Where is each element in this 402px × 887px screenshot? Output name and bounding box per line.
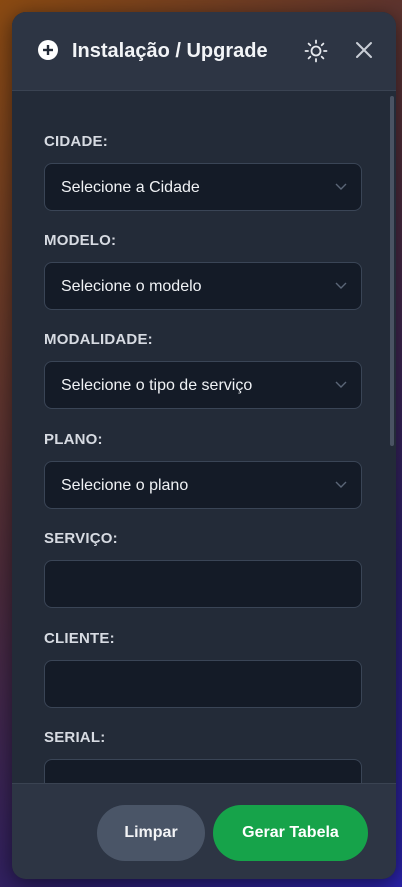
scrollbar[interactable] (390, 96, 394, 446)
close-icon[interactable] (354, 40, 374, 60)
modelo-field: MODELO: Selecione o modelo (44, 232, 364, 310)
page-title: Instalação / Upgrade (72, 40, 268, 62)
panel-header: Instalação / Upgrade (12, 12, 396, 91)
servico-label: SERVIÇO: (44, 530, 118, 547)
cidade-select-value: Selecione a Cidade (61, 179, 200, 196)
modelo-label: MODELO: (44, 232, 117, 249)
modalidade-select[interactable]: Selecione o tipo de serviço (44, 361, 362, 409)
modalidade-label: MODALIDADE: (44, 331, 153, 348)
serial-label: SERIAL: (44, 729, 106, 746)
plano-select[interactable]: Selecione o plano (44, 461, 362, 509)
serial-input[interactable] (44, 759, 362, 783)
sun-icon[interactable] (304, 39, 328, 63)
servico-input[interactable] (44, 560, 362, 608)
plano-select-value: Selecione o plano (61, 477, 189, 494)
cidade-label: CIDADE: (44, 133, 108, 150)
modalidade-select-value: Selecione o tipo de serviço (61, 377, 253, 394)
clear-button[interactable]: Limpar (97, 805, 205, 861)
modelo-select[interactable]: Selecione o modelo (44, 262, 362, 310)
chevron-down-icon (335, 183, 347, 190)
cliente-input[interactable] (44, 660, 362, 708)
installation-panel: Instalação / Upgrade CIDADE: Selecione a… (12, 12, 396, 879)
serial-field: SERIAL: (44, 729, 364, 783)
chevron-down-icon (335, 282, 347, 289)
modelo-select-value: Selecione o modelo (61, 278, 202, 295)
chevron-down-icon (335, 381, 347, 388)
cliente-label: CLIENTE: (44, 630, 115, 647)
cidade-field: CIDADE: Selecione a Cidade (44, 133, 364, 211)
plus-circle-icon (38, 40, 58, 60)
generate-table-button[interactable]: Gerar Tabela (213, 805, 368, 861)
servico-field: SERVIÇO: (44, 530, 364, 608)
cidade-select[interactable]: Selecione a Cidade (44, 163, 362, 211)
plano-field: PLANO: Selecione o plano (44, 431, 364, 509)
cliente-field: CLIENTE: (44, 630, 364, 708)
form-content: CIDADE: Selecione a Cidade MODELO: Selec… (12, 91, 396, 783)
modalidade-field: MODALIDADE: Selecione o tipo de serviço (44, 331, 364, 409)
panel-footer: Limpar Gerar Tabela (12, 783, 396, 879)
plano-label: PLANO: (44, 431, 103, 448)
chevron-down-icon (335, 481, 347, 488)
